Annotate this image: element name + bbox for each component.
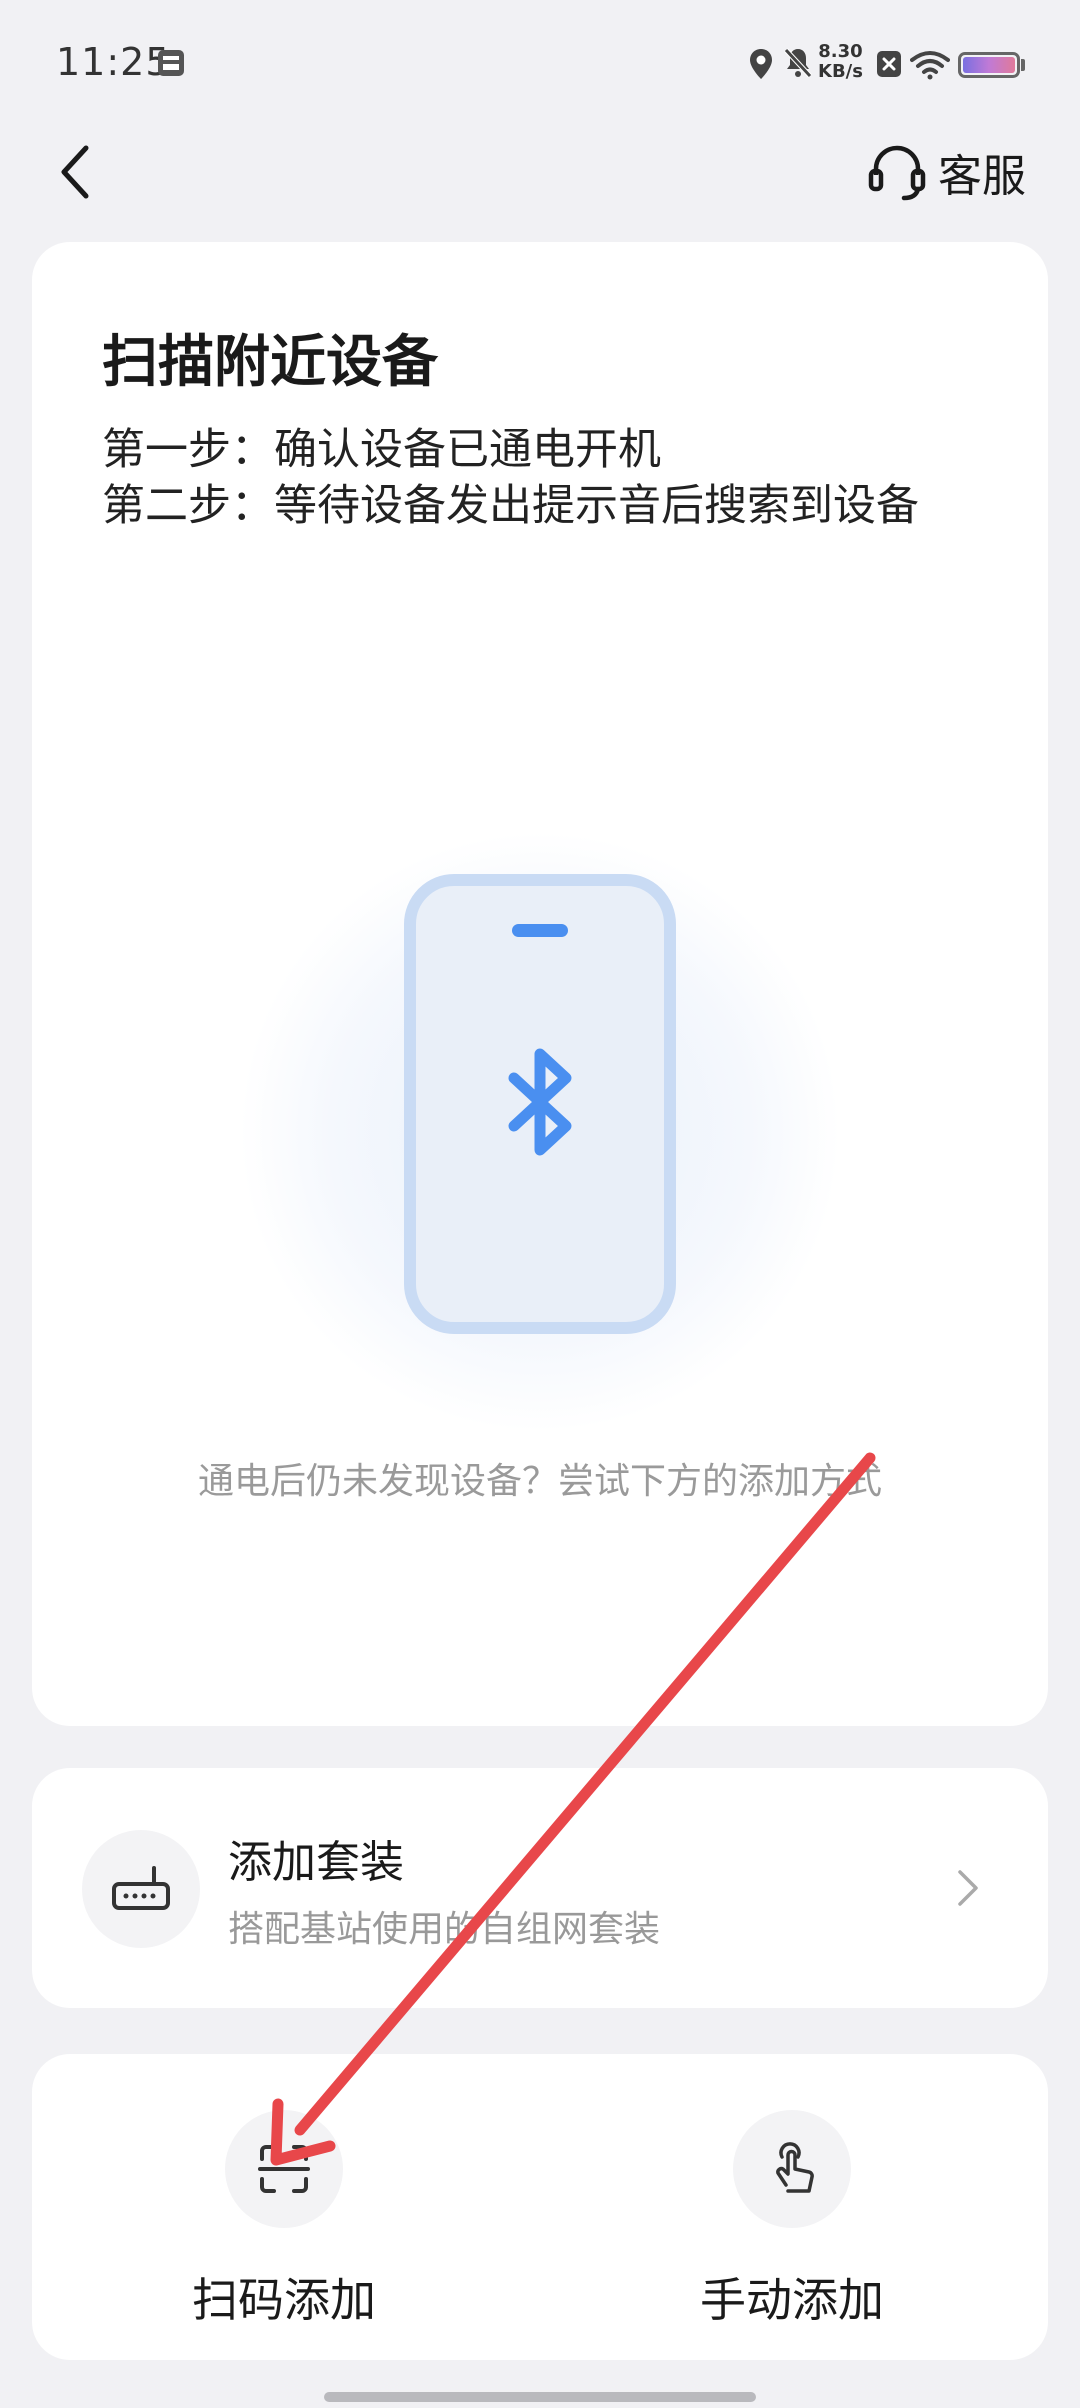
back-button[interactable]: [52, 142, 100, 202]
scan-steps: 第一步：确认设备已通电开机 第二步：等待设备发出提示音后搜索到设备: [102, 422, 1002, 534]
battery-icon: [958, 52, 1020, 78]
location-icon: [750, 49, 772, 79]
close-box-icon: [877, 51, 901, 77]
no-device-hint: 通电后仍未发现设备？尝试下方的添加方式: [197, 1461, 882, 1502]
status-bar: 11:25 8.30 KB/s: [0, 0, 1080, 130]
step-two: 第二步：等待设备发出提示音后搜索到设备: [102, 481, 919, 531]
scan-icon-wrap: [225, 2110, 343, 2228]
suite-title: 添加套装: [228, 1837, 404, 1888]
step-one: 第一步：确认设备已通电开机: [102, 425, 661, 475]
headset-icon: [868, 145, 926, 201]
manual-add-button[interactable]: 手动添加: [662, 2110, 922, 2330]
gallery-icon: [158, 50, 184, 76]
bluetooth-phone-icon: [240, 832, 840, 1432]
scan-code-add-label: 扫码添加: [192, 2273, 376, 2327]
hand-tap-icon: [776, 2142, 814, 2193]
tap-icon-wrap: [733, 2110, 851, 2228]
wifi-icon: [910, 51, 950, 80]
customer-service-button[interactable]: 客服: [866, 140, 1026, 204]
customer-service-label: 客服: [938, 151, 1026, 202]
scan-icon: [258, 2145, 310, 2193]
add-options-card: 扫码添加 手动添加: [32, 2054, 1048, 2360]
manual-add-label: 手动添加: [700, 2273, 884, 2327]
scan-title: 扫描附近设备: [102, 330, 438, 395]
status-time: 11:25: [56, 40, 171, 84]
suite-subtitle: 搭配基站使用的自组网套装: [228, 1909, 661, 1950]
add-suite-card[interactable]: 添加套装 搭配基站使用的自组网套装: [32, 1768, 1048, 2008]
router-icon: [112, 1866, 170, 1910]
scan-nearby-card: 扫描附近设备 第一步：确认设备已通电开机 第二步：等待设备发出提示音后搜索到设备…: [32, 242, 1048, 1726]
chevron-right-icon: [958, 1870, 978, 1906]
home-indicator[interactable]: [324, 2392, 756, 2402]
mute-icon: [784, 48, 812, 78]
scan-code-add-button[interactable]: 扫码添加: [154, 2110, 414, 2330]
net-speed-unit: KB/s: [818, 61, 863, 82]
router-icon-wrap: [82, 1830, 200, 1948]
net-speed: 8.30 KB/s: [818, 42, 863, 82]
net-speed-value: 8.30: [818, 41, 863, 62]
